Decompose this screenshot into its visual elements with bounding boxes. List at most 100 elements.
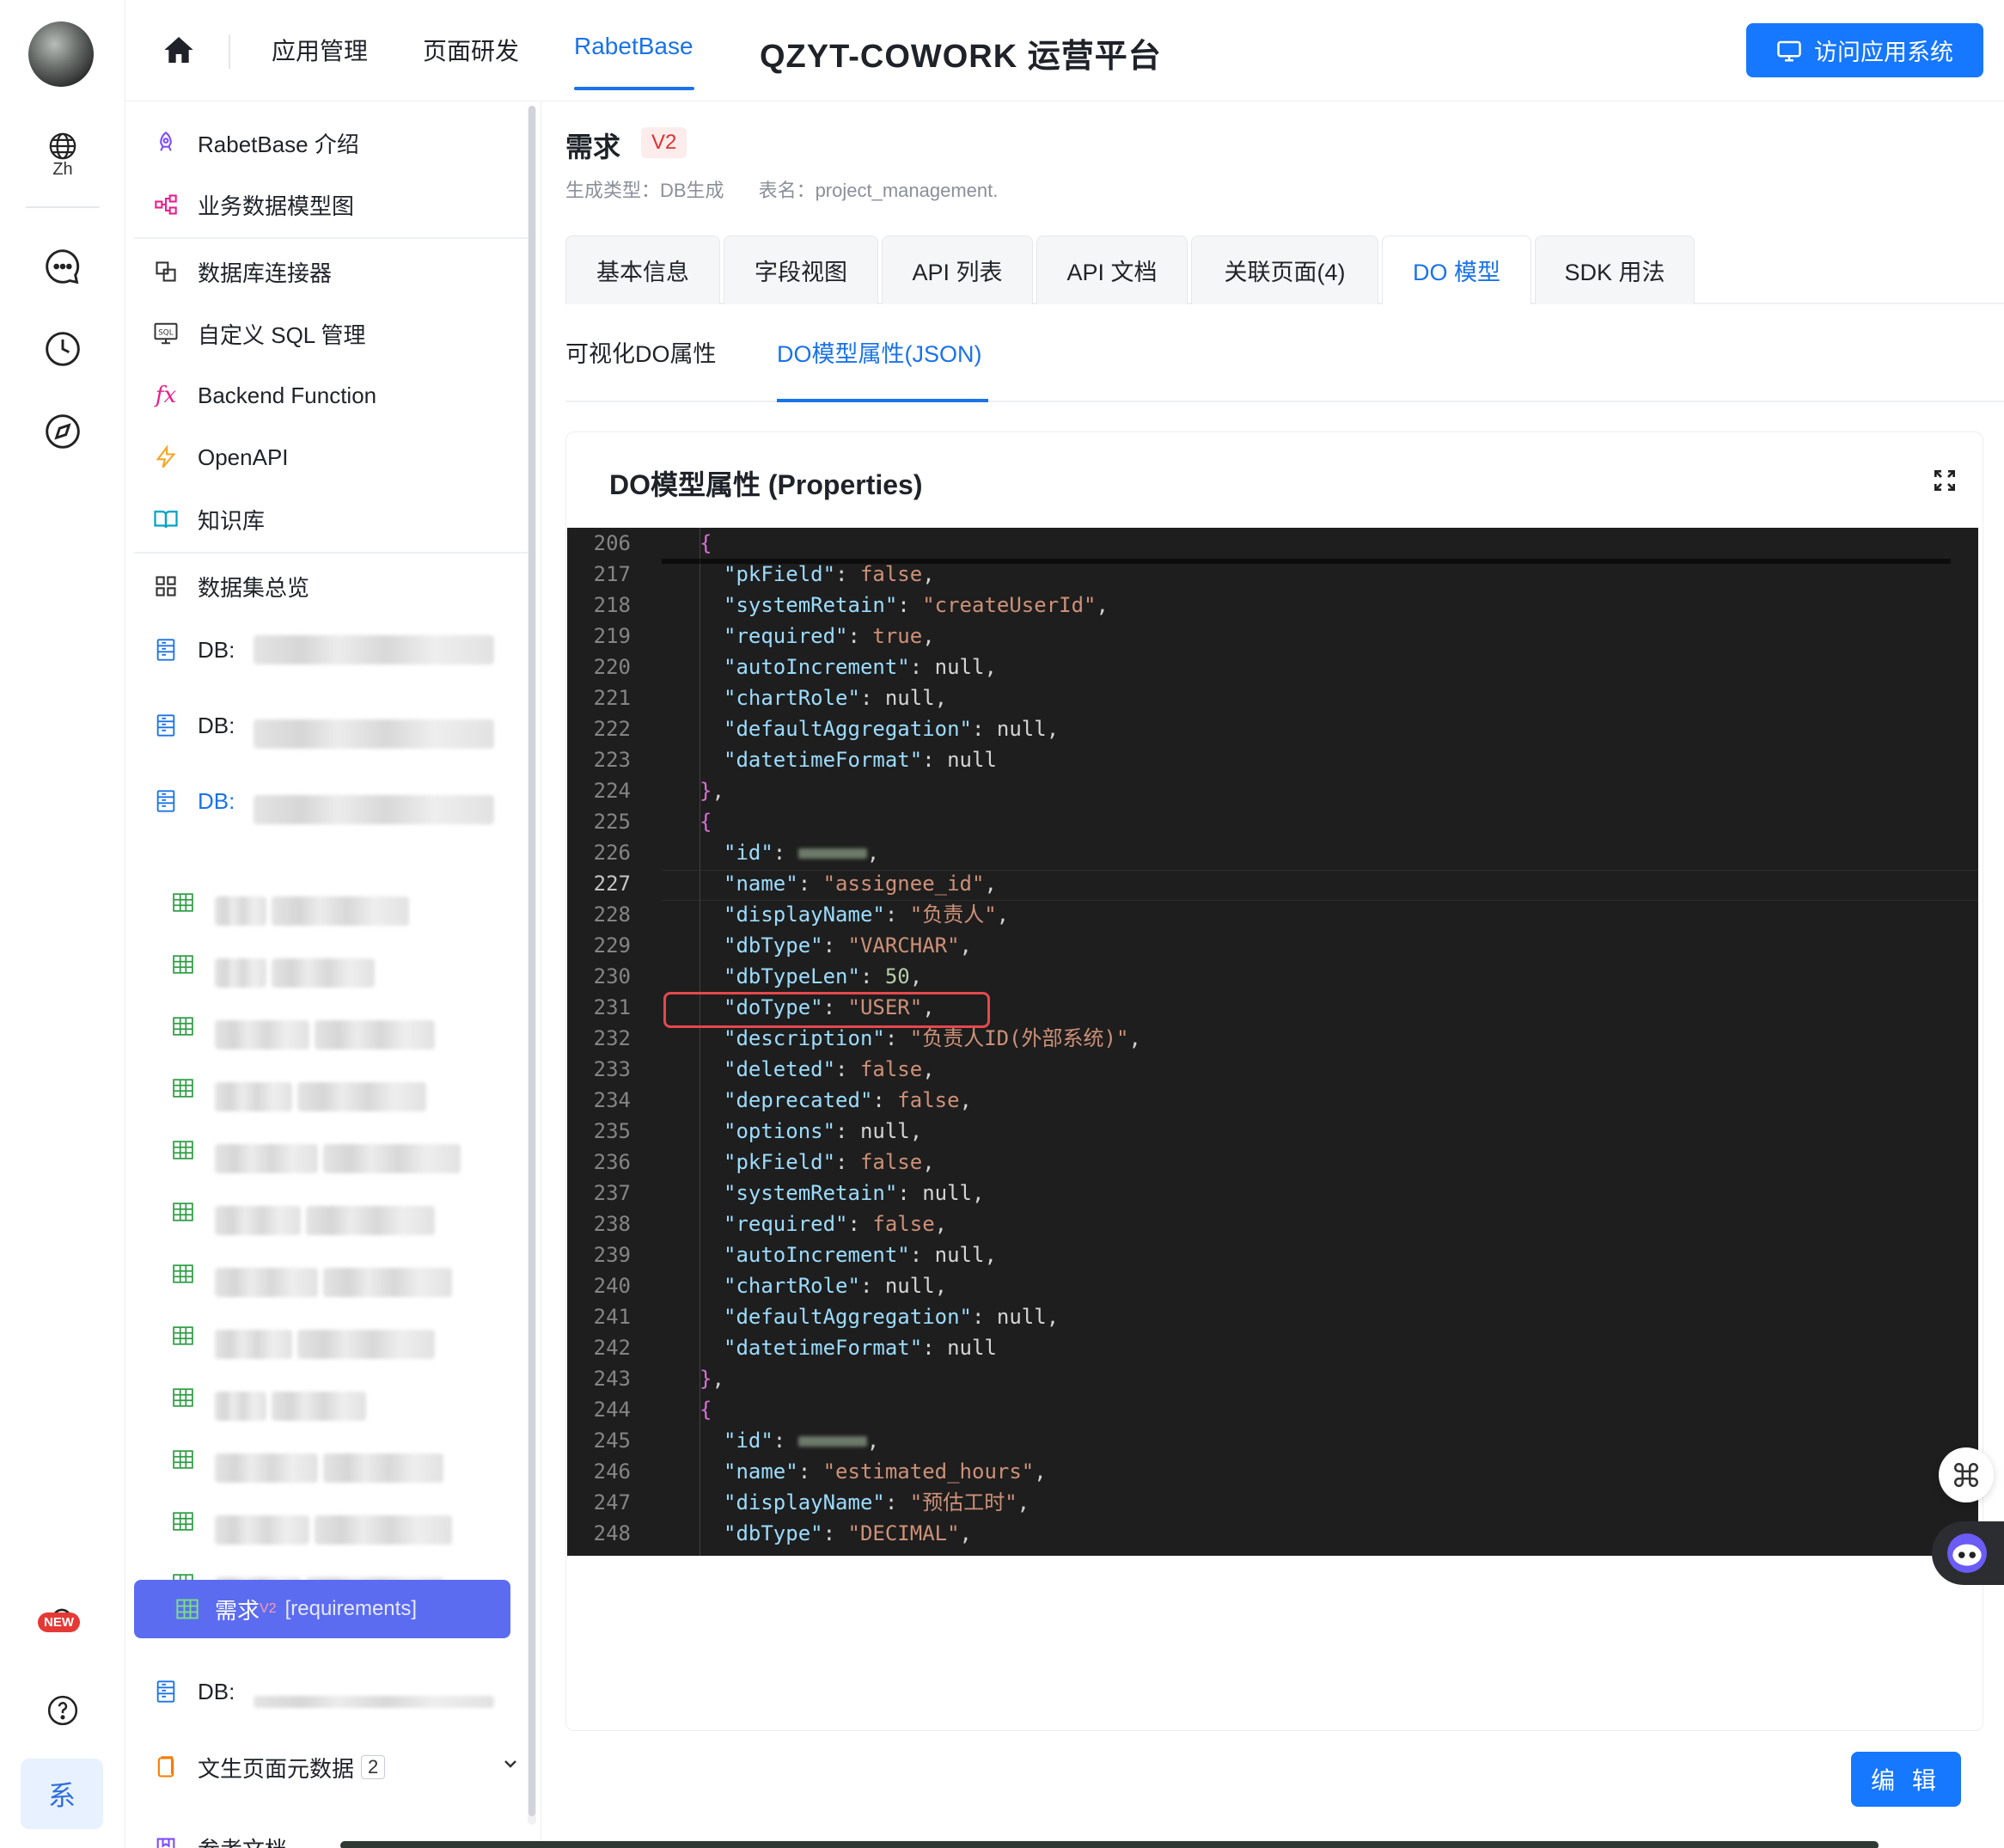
code-line[interactable]: 237 "systemRetain": null, [567,1178,1978,1209]
code-line[interactable]: 221 "chartRole": null, [567,682,1978,713]
tab-bar: 基本信息 字段视图 API 列表 API 文档 关联页面(4) DO 模型 SD… [565,236,2004,304]
nav-page-dev[interactable]: 页面研发 [423,33,519,67]
table-icon [168,888,198,917]
sidebar-item-label: OpenAPI [198,444,289,470]
help-icon[interactable] [42,1690,83,1731]
code-text: "systemRetain": null, [724,1181,985,1205]
sidebar-table-requirements[interactable]: 需求 V2 [requirements] [134,1580,510,1638]
code-line[interactable]: 228 "displayName": "负责人", [567,899,1978,930]
code-text: "dbType": "DECIMAL", [724,1521,972,1545]
sidebar-table-item[interactable] [168,1435,541,1484]
sidebar-table-item[interactable] [168,1064,541,1112]
code-line[interactable]: 219 "required": true, [567,621,1978,652]
code-line[interactable]: 224}, [567,775,1978,806]
sidebar-table-item[interactable] [168,1002,541,1050]
tab-sdk-usage[interactable]: SDK 用法 [1535,236,1695,304]
code-line[interactable]: 223 "datetimeFormat": null [567,744,1978,775]
tab-do-model[interactable]: DO 模型 [1382,236,1531,304]
sidebar-table-item[interactable] [168,1188,541,1236]
sidebar-db-entry-active[interactable]: DB: [151,777,529,825]
sidebar-item-sql[interactable]: SQL 自定义 SQL 管理 [151,309,529,358]
sidebar-item-label: RabetBase 介绍 [198,131,359,157]
home-icon[interactable] [162,33,196,67]
code-line[interactable]: 229 "dbType": "VARCHAR", [567,930,1978,961]
code-line[interactable]: 236 "pkField": false, [567,1147,1978,1178]
visit-app-button[interactable]: 访问应用系统 [1746,23,1983,77]
tab-api-doc[interactable]: API 文档 [1036,236,1188,304]
code-line[interactable]: 243}, [567,1363,1978,1394]
line-number: 223 [593,748,631,772]
code-line[interactable]: 225 { [567,806,1978,837]
sidebar-item-label: Backend Function [198,382,377,408]
scrollbar-thumb[interactable] [528,106,535,1816]
code-line[interactable]: 241 "defaultAggregation": null, [567,1301,1978,1332]
code-line[interactable]: 247 "displayName": "预估工时", [567,1487,1978,1518]
code-line[interactable]: 245 "id": , [567,1425,1978,1456]
new-badge[interactable]: NEW [38,1606,86,1640]
tab-basic-info[interactable]: 基本信息 [565,236,720,304]
code-line[interactable]: 244 { [567,1394,1978,1425]
sidebar-item-intro[interactable]: RabetBase 介绍 [151,119,529,167]
sidebar-item-db-connector[interactable]: 数据库连接器 [151,248,529,296]
code-line[interactable]: 206 { [567,528,1978,559]
sidebar-table-item[interactable] [168,1374,541,1422]
command-icon[interactable] [1939,1447,1994,1502]
sidebar-table-item[interactable] [168,878,541,927]
assistant-bot-icon[interactable] [1932,1521,2004,1585]
nav-rabetbase[interactable]: RabetBase [574,33,693,60]
sidebar-item-knowledge[interactable]: 知识库 [151,495,529,543]
sidebar-item-dataset-overview[interactable]: 数据集总览 [151,562,529,610]
sidebar-table-item[interactable] [168,940,541,988]
db-label: DB: [198,787,235,814]
tab-api-list[interactable]: API 列表 [882,236,1033,304]
code-line[interactable]: 242 "datetimeFormat": null [567,1332,1978,1363]
subtab-json[interactable]: DO模型属性(JSON) [777,335,982,369]
nav-app-management[interactable]: 应用管理 [272,33,368,67]
sidebar-item-openapi[interactable]: OpenAPI [151,433,529,481]
line-number: 242 [593,1336,631,1360]
code-line[interactable]: 218 "systemRetain": "createUserId", [567,590,1978,621]
compass-icon[interactable] [42,411,83,452]
sidebar-item-backend-function[interactable]: fx Backend Function [151,371,529,419]
sidebar-table-item[interactable] [168,1497,541,1545]
code-line[interactable]: 238 "required": false, [567,1209,1978,1239]
code-line[interactable]: 234 "deprecated": false, [567,1085,1978,1116]
chevron-down-icon[interactable] [500,1753,521,1780]
code-line[interactable]: 233 "deleted": false, [567,1054,1978,1085]
tab-field-view[interactable]: 字段视图 [724,236,878,304]
sidebar-table-item[interactable] [168,1250,541,1298]
code-line[interactable]: 246 "name": "estimated_hours", [567,1456,1978,1487]
code-line[interactable]: 230 "dbTypeLen": 50, [567,961,1978,992]
redacted-table-name [315,1020,435,1049]
code-line[interactable]: 227 "name": "assignee_id", [567,868,1978,899]
code-line[interactable]: 248 "dbType": "DECIMAL", [567,1518,1978,1549]
json-editor[interactable]: 206 {217 "pkField": false, 218 "systemRetain… [567,528,1978,1556]
sidebar-item-label: 数据库连接器 [198,260,333,286]
code-line[interactable]: 222 "defaultAggregation": null, [567,713,1978,744]
code-line[interactable]: 235 "options": null, [567,1116,1978,1147]
language-label[interactable]: Zh [0,160,125,180]
sidebar-item-page-metadata[interactable]: 文生页面元数据 2 [151,1743,529,1791]
sidebar-db-entry[interactable]: DB: [151,626,529,674]
sidebar-db-entry[interactable]: DB: [151,1667,529,1716]
code-line[interactable]: 226 "id": , [567,837,1978,868]
code-line[interactable]: 220 "autoIncrement": null, [567,652,1978,682]
sidebar-db-entry[interactable]: DB: [151,701,529,750]
line-number: 230 [593,964,631,988]
top-nav: 应用管理 页面研发 RabetBase QZYT-COWORK 运营平台 访问应… [125,0,2004,101]
book-icon [151,505,180,534]
tab-related-pages[interactable]: 关联页面(4) [1191,236,1378,304]
sidebar-table-item[interactable] [168,1126,541,1174]
subtab-visual-do[interactable]: 可视化DO属性 [565,335,717,369]
system-button[interactable]: 系 [21,1759,103,1829]
sidebar-item-model-diagram[interactable]: 业务数据模型图 [151,181,529,229]
code-line[interactable]: 240 "chartRole": null, [567,1270,1978,1301]
edit-button[interactable]: 编 辑 [1851,1752,1961,1807]
sidebar-scrollbar[interactable] [528,106,536,1825]
clock-icon[interactable] [42,328,83,370]
code-line[interactable]: 239 "autoIncrement": null, [567,1239,1978,1270]
sidebar-table-item[interactable] [168,1312,541,1360]
chat-icon[interactable] [42,246,83,287]
user-avatar[interactable] [28,21,94,87]
fullscreen-icon[interactable] [1931,467,1958,494]
